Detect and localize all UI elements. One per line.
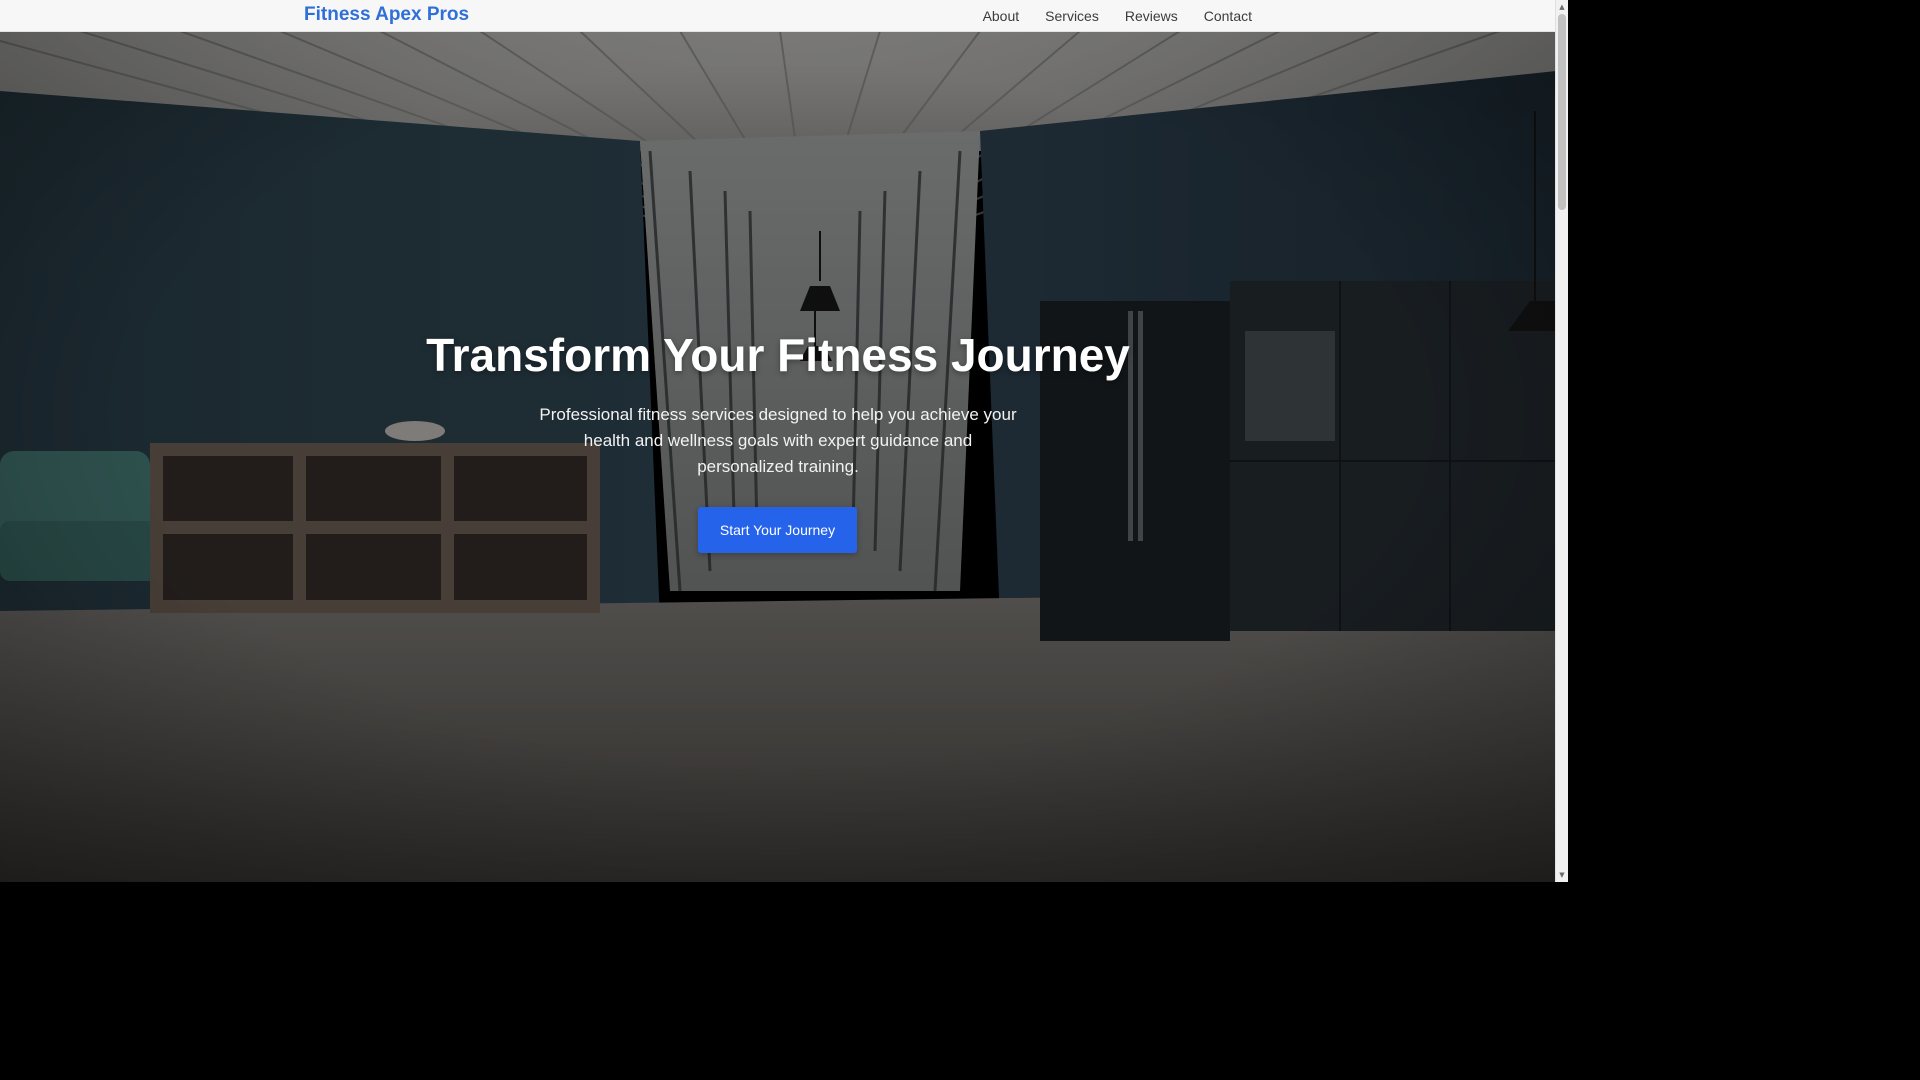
scroll-thumb[interactable]: [1558, 14, 1566, 210]
nav-link-contact[interactable]: Contact: [1204, 8, 1252, 24]
hero-subtitle: Professional fitness services designed t…: [539, 405, 1017, 476]
hero-section: Transform Your Fitness Journey Professio…: [0, 31, 1556, 882]
scroll-up-arrow-icon[interactable]: ▲: [1556, 1, 1568, 13]
navbar: Fitness Apex Pros About Services Reviews…: [0, 0, 1556, 32]
hero-title: Transform Your Fitness Journey: [426, 329, 1130, 381]
hero-content: Transform Your Fitness Journey Professio…: [0, 31, 1556, 882]
nav-links: About Services Reviews Contact: [983, 0, 1252, 31]
start-journey-button[interactable]: Start Your Journey: [698, 507, 857, 553]
brand-logo-link[interactable]: Fitness Apex Pros: [304, 4, 469, 26]
nav-link-services[interactable]: Services: [1045, 8, 1099, 24]
page: Fitness Apex Pros About Services Reviews…: [0, 0, 1568, 882]
vertical-scrollbar[interactable]: ▲ ▼: [1555, 0, 1568, 882]
nav-link-reviews[interactable]: Reviews: [1125, 8, 1178, 24]
nav-link-about[interactable]: About: [983, 8, 1020, 24]
scroll-down-arrow-icon[interactable]: ▼: [1556, 869, 1568, 881]
